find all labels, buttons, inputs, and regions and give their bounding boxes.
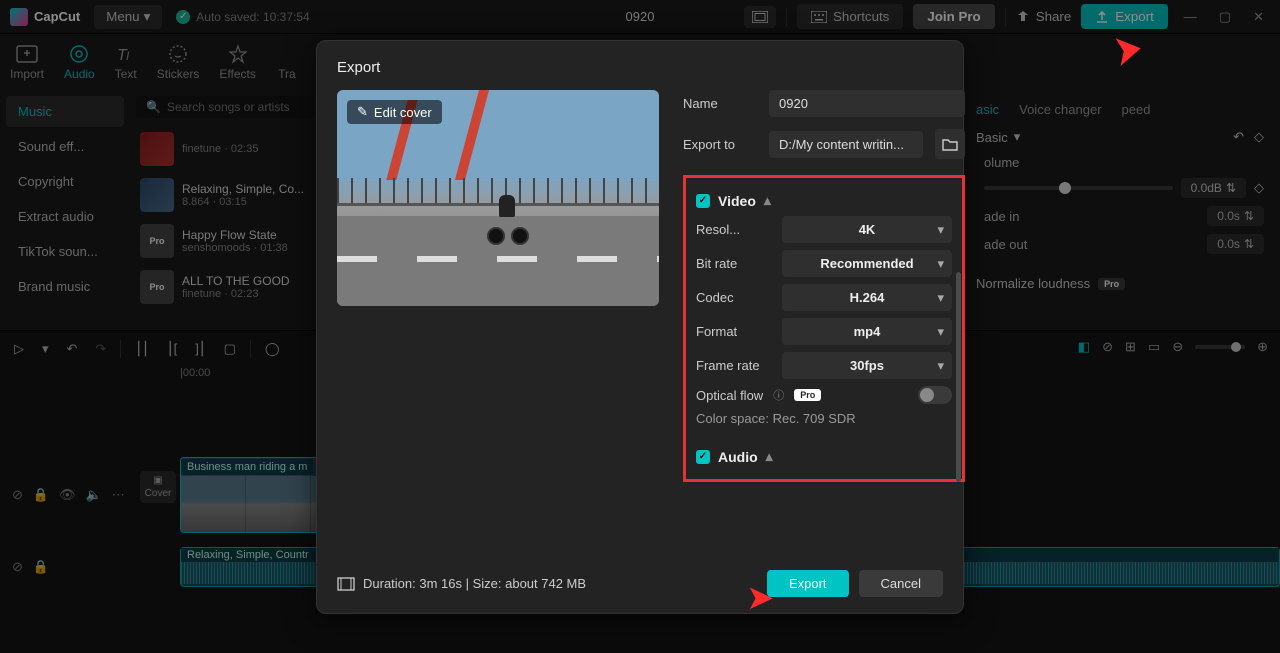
duration-text: Duration: 3m 16s | Size: about 742 MB bbox=[363, 576, 586, 591]
row-name: Name bbox=[683, 90, 965, 117]
chevron-up-icon: ▴ bbox=[766, 448, 773, 465]
colorspace-text: Color space: Rec. 709 SDR bbox=[696, 411, 856, 426]
exportto-path: D:/My content writin... bbox=[769, 131, 923, 158]
bitrate-label: Bit rate bbox=[696, 256, 772, 271]
film-icon bbox=[337, 577, 355, 591]
video-settings-box: ✓ Video ▴ Resol... 4K Bit rate Recommend… bbox=[683, 175, 965, 482]
resolution-select[interactable]: 4K bbox=[782, 216, 952, 243]
row-exportto: Export to D:/My content writin... bbox=[683, 129, 965, 159]
biker-shape bbox=[487, 195, 529, 245]
video-checkbox[interactable]: ✓ bbox=[696, 194, 710, 208]
format-select[interactable]: mp4 bbox=[782, 318, 952, 345]
modal-right: Name Export to D:/My content writin... ✓… bbox=[683, 90, 965, 482]
browse-folder-button[interactable] bbox=[935, 129, 965, 159]
section-audio[interactable]: ✓ Audio ▴ bbox=[696, 448, 952, 465]
format-label: Format bbox=[696, 324, 772, 339]
duration-info: Duration: 3m 16s | Size: about 742 MB bbox=[337, 576, 586, 591]
modal-left: ✎ Edit cover bbox=[337, 90, 659, 482]
framerate-select[interactable]: 30fps bbox=[782, 352, 952, 379]
optical-toggle[interactable] bbox=[918, 386, 952, 404]
modal-cancel-button[interactable]: Cancel bbox=[859, 570, 943, 597]
name-label: Name bbox=[683, 96, 757, 111]
folder-icon bbox=[942, 137, 958, 151]
codec-select[interactable]: H.264 bbox=[782, 284, 952, 311]
export-modal: Export ✎ Edit cover Name Exp bbox=[316, 40, 964, 614]
modal-body: ✎ Edit cover Name Export to D:/My conten… bbox=[337, 90, 943, 482]
bitrate-select[interactable]: Recommended bbox=[782, 250, 952, 277]
name-input[interactable] bbox=[769, 90, 965, 117]
audio-section-label: Audio bbox=[718, 449, 758, 465]
resolution-label: Resol... bbox=[696, 222, 772, 237]
cover-preview: ✎ Edit cover bbox=[337, 90, 659, 306]
optical-label: Optical flow bbox=[696, 388, 763, 403]
modal-export-button[interactable]: Export bbox=[767, 570, 849, 597]
row-framerate: Frame rate 30fps bbox=[696, 352, 952, 379]
row-optical: Optical flow ⓘ Pro bbox=[696, 386, 952, 404]
scrollbar-thumb[interactable] bbox=[956, 272, 961, 482]
framerate-label: Frame rate bbox=[696, 358, 772, 373]
edit-cover-button[interactable]: ✎ Edit cover bbox=[347, 100, 442, 124]
row-codec: Codec H.264 bbox=[696, 284, 952, 311]
modal-footer: Duration: 3m 16s | Size: about 742 MB Ex… bbox=[337, 570, 943, 597]
edit-cover-label: Edit cover bbox=[374, 105, 432, 120]
pro-badge: Pro bbox=[794, 389, 821, 401]
row-bitrate: Bit rate Recommended bbox=[696, 250, 952, 277]
modal-title: Export bbox=[337, 59, 943, 76]
video-section-label: Video bbox=[718, 193, 756, 209]
exportto-label: Export to bbox=[683, 137, 757, 152]
info-icon[interactable]: ⓘ bbox=[773, 387, 784, 403]
modal-actions: Export Cancel bbox=[767, 570, 943, 597]
row-resolution: Resol... 4K bbox=[696, 216, 952, 243]
row-format: Format mp4 bbox=[696, 318, 952, 345]
chevron-up-icon: ▴ bbox=[764, 192, 771, 209]
audio-checkbox[interactable]: ✓ bbox=[696, 450, 710, 464]
row-colorspace: Color space: Rec. 709 SDR bbox=[696, 411, 952, 426]
pencil-icon: ✎ bbox=[357, 104, 368, 120]
section-video[interactable]: ✓ Video ▴ bbox=[696, 192, 952, 209]
codec-label: Codec bbox=[696, 290, 772, 305]
